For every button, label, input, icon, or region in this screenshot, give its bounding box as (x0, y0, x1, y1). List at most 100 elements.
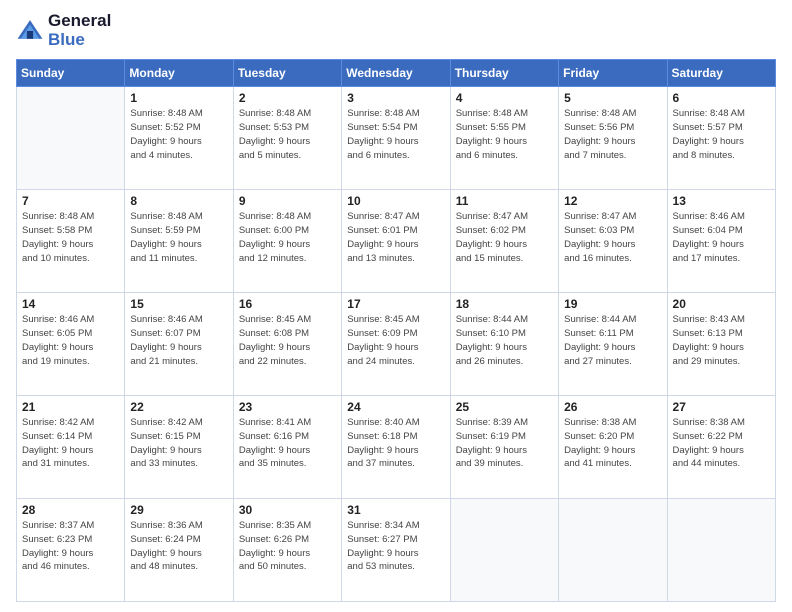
day-detail: Sunrise: 8:43 AM Sunset: 6:13 PM Dayligh… (673, 313, 770, 368)
day-detail: Sunrise: 8:42 AM Sunset: 6:15 PM Dayligh… (130, 416, 227, 471)
day-number: 27 (673, 400, 770, 414)
calendar-day-cell: 31 Sunrise: 8:34 AM Sunset: 6:27 PM Dayli… (342, 499, 450, 602)
calendar-day-cell: 2 Sunrise: 8:48 AM Sunset: 5:53 PM Daylig… (233, 87, 341, 190)
day-number: 21 (22, 400, 119, 414)
day-detail: Sunrise: 8:44 AM Sunset: 6:11 PM Dayligh… (564, 313, 661, 368)
day-detail: Sunrise: 8:46 AM Sunset: 6:07 PM Dayligh… (130, 313, 227, 368)
day-detail: Sunrise: 8:46 AM Sunset: 6:05 PM Dayligh… (22, 313, 119, 368)
day-number: 25 (456, 400, 553, 414)
calendar-week-row: 28 Sunrise: 8:37 AM Sunset: 6:23 PM Dayli… (17, 499, 776, 602)
day-detail: Sunrise: 8:44 AM Sunset: 6:10 PM Dayligh… (456, 313, 553, 368)
calendar-day-header: Wednesday (342, 60, 450, 87)
calendar-day-cell: 28 Sunrise: 8:37 AM Sunset: 6:23 PM Dayli… (17, 499, 125, 602)
calendar-day-cell: 9 Sunrise: 8:48 AM Sunset: 6:00 PM Daylig… (233, 190, 341, 293)
calendar-day-cell: 8Sunrise: 8:48 AM Sunset: 5:59 PM Daylig… (125, 190, 233, 293)
page: General Blue SundayMondayTuesdayWednesda… (0, 0, 792, 612)
calendar-day-header: Sunday (17, 60, 125, 87)
day-number: 6 (673, 91, 770, 105)
calendar-day-cell: 14 Sunrise: 8:46 AM Sunset: 6:05 PM Dayli… (17, 293, 125, 396)
day-number: 7 (22, 194, 119, 208)
day-number: 4 (456, 91, 553, 105)
day-detail: Sunrise: 8:48 AM Sunset: 6:00 PM Dayligh… (239, 210, 336, 265)
day-number: 28 (22, 503, 119, 517)
day-detail: Sunrise: 8:48 AM Sunset: 5:52 PM Dayligh… (130, 107, 227, 162)
day-number: 2 (239, 91, 336, 105)
calendar-week-row: 7Sunrise: 8:48 AM Sunset: 5:58 PM Daylig… (17, 190, 776, 293)
calendar-day-cell: 18 Sunrise: 8:44 AM Sunset: 6:10 PM Dayli… (450, 293, 558, 396)
day-detail: Sunrise: 8:48 AM Sunset: 5:59 PM Dayligh… (130, 210, 227, 265)
calendar-day-cell: 12 Sunrise: 8:47 AM Sunset: 6:03 PM Dayli… (559, 190, 667, 293)
logo: General Blue (16, 12, 111, 49)
day-detail: Sunrise: 8:42 AM Sunset: 6:14 PM Dayligh… (22, 416, 119, 471)
calendar-day-cell: 13Sunrise: 8:46 AM Sunset: 6:04 PM Dayli… (667, 190, 775, 293)
day-detail: Sunrise: 8:39 AM Sunset: 6:19 PM Dayligh… (456, 416, 553, 471)
day-detail: Sunrise: 8:47 AM Sunset: 6:03 PM Dayligh… (564, 210, 661, 265)
day-detail: Sunrise: 8:48 AM Sunset: 5:53 PM Dayligh… (239, 107, 336, 162)
day-number: 17 (347, 297, 444, 311)
calendar-day-cell (559, 499, 667, 602)
day-detail: Sunrise: 8:36 AM Sunset: 6:24 PM Dayligh… (130, 519, 227, 574)
calendar-day-cell: 10 Sunrise: 8:47 AM Sunset: 6:01 PM Dayli… (342, 190, 450, 293)
day-detail: Sunrise: 8:47 AM Sunset: 6:01 PM Dayligh… (347, 210, 444, 265)
calendar-day-cell: 23Sunrise: 8:41 AM Sunset: 6:16 PM Dayli… (233, 396, 341, 499)
calendar-day-cell: 1Sunrise: 8:48 AM Sunset: 5:52 PM Daylig… (125, 87, 233, 190)
day-detail: Sunrise: 8:38 AM Sunset: 6:22 PM Dayligh… (673, 416, 770, 471)
day-detail: Sunrise: 8:45 AM Sunset: 6:09 PM Dayligh… (347, 313, 444, 368)
day-number: 18 (456, 297, 553, 311)
day-number: 31 (347, 503, 444, 517)
calendar-day-cell (667, 499, 775, 602)
logo-icon (16, 17, 44, 45)
calendar-day-header: Thursday (450, 60, 558, 87)
day-number: 30 (239, 503, 336, 517)
day-detail: Sunrise: 8:34 AM Sunset: 6:27 PM Dayligh… (347, 519, 444, 574)
day-number: 14 (22, 297, 119, 311)
calendar-week-row: 14 Sunrise: 8:46 AM Sunset: 6:05 PM Dayli… (17, 293, 776, 396)
calendar-week-row: 1Sunrise: 8:48 AM Sunset: 5:52 PM Daylig… (17, 87, 776, 190)
calendar-day-cell: 3 Sunrise: 8:48 AM Sunset: 5:54 PM Daylig… (342, 87, 450, 190)
day-number: 11 (456, 194, 553, 208)
day-number: 26 (564, 400, 661, 414)
calendar-week-row: 21 Sunrise: 8:42 AM Sunset: 6:14 PM Dayli… (17, 396, 776, 499)
calendar-day-cell: 7Sunrise: 8:48 AM Sunset: 5:58 PM Daylig… (17, 190, 125, 293)
day-detail: Sunrise: 8:40 AM Sunset: 6:18 PM Dayligh… (347, 416, 444, 471)
calendar-day-cell: 11Sunrise: 8:47 AM Sunset: 6:02 PM Dayli… (450, 190, 558, 293)
calendar-day-cell: 22 Sunrise: 8:42 AM Sunset: 6:15 PM Dayli… (125, 396, 233, 499)
day-number: 9 (239, 194, 336, 208)
day-number: 3 (347, 91, 444, 105)
calendar-day-cell: 20Sunrise: 8:43 AM Sunset: 6:13 PM Dayli… (667, 293, 775, 396)
day-detail: Sunrise: 8:38 AM Sunset: 6:20 PM Dayligh… (564, 416, 661, 471)
day-detail: Sunrise: 8:41 AM Sunset: 6:16 PM Dayligh… (239, 416, 336, 471)
day-number: 16 (239, 297, 336, 311)
calendar-day-cell: 19Sunrise: 8:44 AM Sunset: 6:11 PM Dayli… (559, 293, 667, 396)
day-number: 24 (347, 400, 444, 414)
calendar-day-cell: 5Sunrise: 8:48 AM Sunset: 5:56 PM Daylig… (559, 87, 667, 190)
day-detail: Sunrise: 8:35 AM Sunset: 6:26 PM Dayligh… (239, 519, 336, 574)
calendar-table: SundayMondayTuesdayWednesdayThursdayFrid… (16, 59, 776, 602)
calendar-day-cell: 24 Sunrise: 8:40 AM Sunset: 6:18 PM Dayli… (342, 396, 450, 499)
day-detail: Sunrise: 8:37 AM Sunset: 6:23 PM Dayligh… (22, 519, 119, 574)
header: General Blue (16, 12, 776, 49)
calendar-day-cell: 17 Sunrise: 8:45 AM Sunset: 6:09 PM Dayli… (342, 293, 450, 396)
day-number: 29 (130, 503, 227, 517)
calendar-day-cell: 26 Sunrise: 8:38 AM Sunset: 6:20 PM Dayli… (559, 396, 667, 499)
day-number: 12 (564, 194, 661, 208)
day-detail: Sunrise: 8:45 AM Sunset: 6:08 PM Dayligh… (239, 313, 336, 368)
calendar-day-cell (17, 87, 125, 190)
calendar-day-cell: 15 Sunrise: 8:46 AM Sunset: 6:07 PM Dayli… (125, 293, 233, 396)
day-number: 10 (347, 194, 444, 208)
logo-text: General Blue (48, 12, 111, 49)
day-number: 15 (130, 297, 227, 311)
day-number: 22 (130, 400, 227, 414)
calendar-day-cell: 21 Sunrise: 8:42 AM Sunset: 6:14 PM Dayli… (17, 396, 125, 499)
calendar-day-cell: 27 Sunrise: 8:38 AM Sunset: 6:22 PM Dayli… (667, 396, 775, 499)
calendar-day-cell: 30 Sunrise: 8:35 AM Sunset: 6:26 PM Dayli… (233, 499, 341, 602)
day-detail: Sunrise: 8:48 AM Sunset: 5:57 PM Dayligh… (673, 107, 770, 162)
day-detail: Sunrise: 8:48 AM Sunset: 5:55 PM Dayligh… (456, 107, 553, 162)
day-detail: Sunrise: 8:46 AM Sunset: 6:04 PM Dayligh… (673, 210, 770, 265)
calendar-day-header: Friday (559, 60, 667, 87)
calendar-day-cell (450, 499, 558, 602)
calendar-day-header: Monday (125, 60, 233, 87)
day-detail: Sunrise: 8:48 AM Sunset: 5:54 PM Dayligh… (347, 107, 444, 162)
calendar-header-row: SundayMondayTuesdayWednesdayThursdayFrid… (17, 60, 776, 87)
calendar-day-cell: 25 Sunrise: 8:39 AM Sunset: 6:19 PM Dayli… (450, 396, 558, 499)
